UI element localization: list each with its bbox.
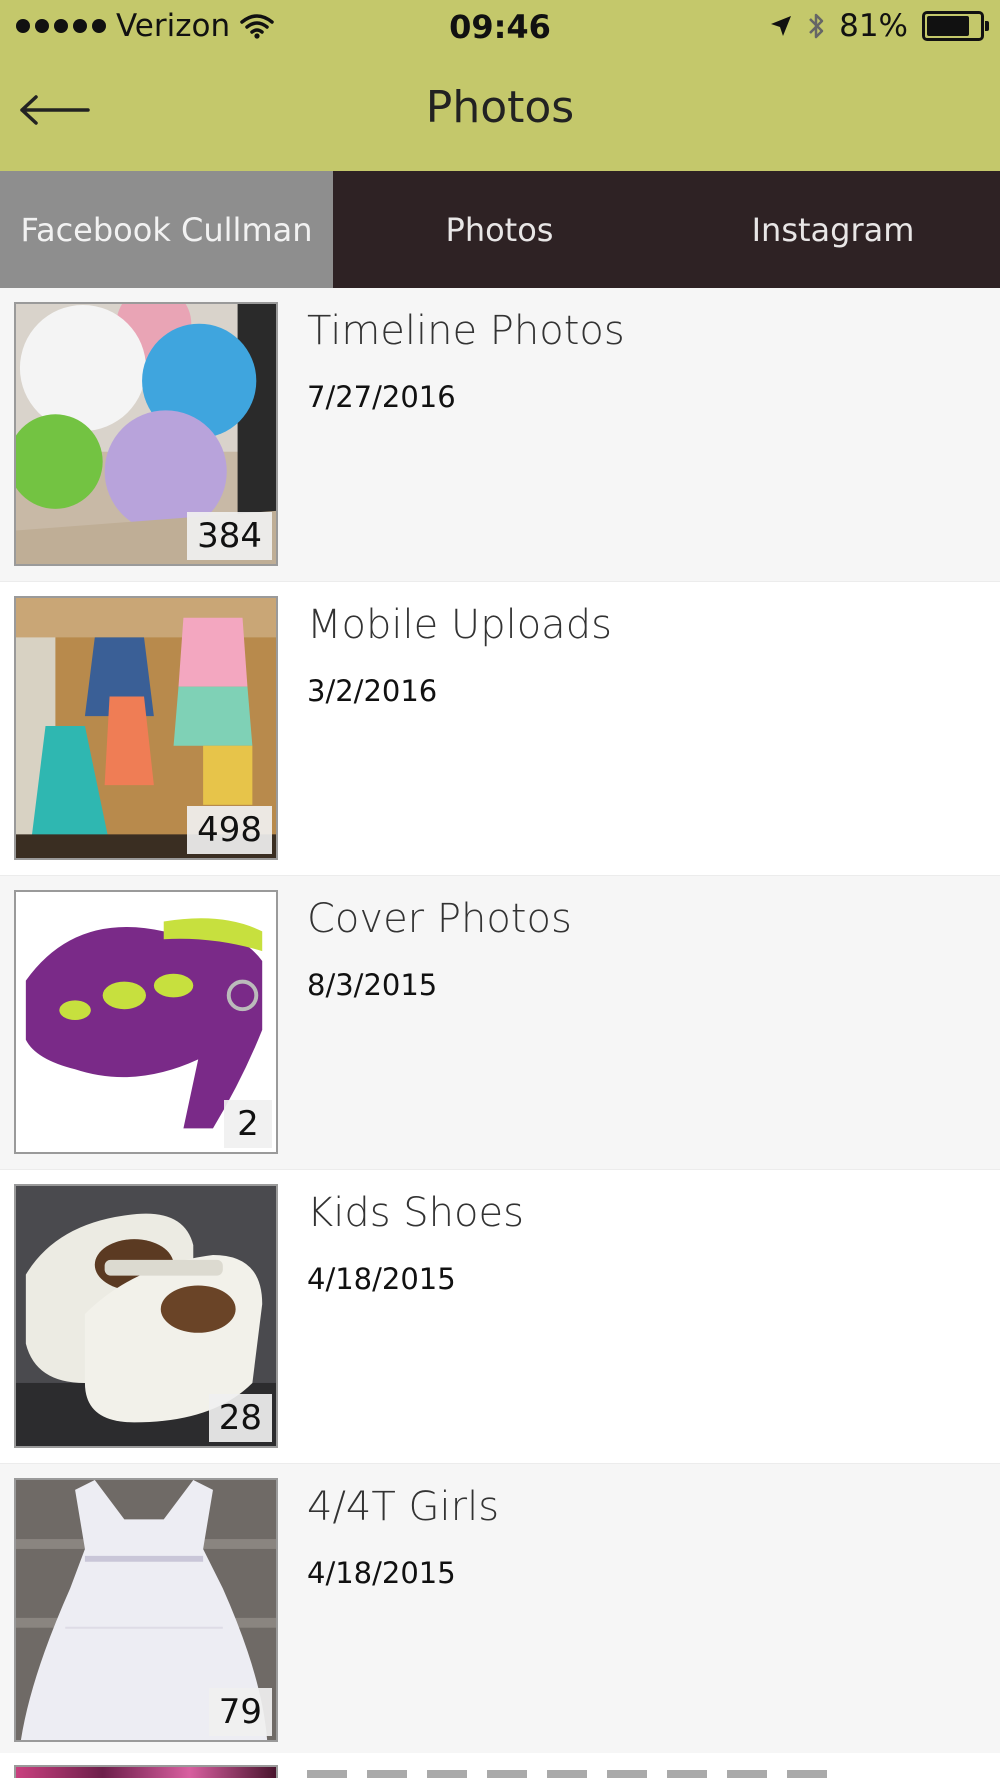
battery-fill: [927, 16, 969, 36]
album-thumbnail[interactable]: 498: [14, 596, 278, 860]
album-date: 8/3/2015: [307, 968, 438, 1002]
album-thumbnail[interactable]: 79: [14, 1478, 278, 1742]
location-arrow-icon: [771, 16, 792, 36]
tab-photos[interactable]: Photos: [333, 171, 666, 288]
photo-count: 498: [187, 806, 272, 854]
battery-percent: 81%: [839, 8, 908, 44]
tab-instagram[interactable]: Instagram: [666, 171, 1000, 288]
album-thumbnail-partial[interactable]: [14, 1765, 278, 1778]
album-date: 4/18/2015: [307, 1556, 456, 1590]
page-title: Photos: [425, 82, 575, 133]
album-thumbnail[interactable]: 2: [14, 890, 278, 1154]
album-thumbnail[interactable]: 384: [14, 302, 278, 566]
photo-count: 28: [208, 1394, 272, 1442]
app-header: Verizon 09:46 81% Photos: [0, 0, 1000, 171]
album-title: 4/4T Girls: [307, 1484, 500, 1530]
album-item[interactable]: 498 Mobile Uploads 3/2/2016: [0, 582, 1000, 876]
album-thumbnail[interactable]: 28: [14, 1184, 278, 1448]
album-item[interactable]: 2 Cover Photos 8/3/2015: [0, 876, 1000, 1170]
photo-count: 79: [208, 1688, 272, 1736]
album-title: Cover Photos: [307, 896, 572, 942]
bluetooth-icon: [809, 13, 824, 39]
album-item[interactable]: 28 Kids Shoes 4/18/2015: [0, 1170, 1000, 1464]
source-tabs: Facebook Cullman Photos Instagram: [0, 171, 1000, 288]
album-item[interactable]: 79 4/4T Girls 4/18/2015: [0, 1464, 1000, 1758]
album-list: 384 Timeline Photos 7/27/2016 498 Mobile…: [0, 288, 1000, 1758]
album-date: 7/27/2016: [307, 380, 456, 414]
tab-facebook-cullman[interactable]: Facebook Cullman: [0, 171, 333, 288]
status-bar: Verizon 09:46 81%: [0, 0, 1000, 56]
album-title: Timeline Photos: [307, 308, 625, 354]
album-date: 3/2/2016: [307, 674, 438, 708]
album-title: Mobile Uploads: [307, 602, 612, 648]
status-right: 81%: [769, 8, 989, 44]
battery-icon: [922, 11, 989, 41]
photo-count: 384: [187, 512, 272, 560]
photo-count: 2: [224, 1100, 272, 1148]
album-title: Kids Shoes: [307, 1190, 524, 1236]
album-date: 4/18/2015: [307, 1262, 456, 1296]
album-item[interactable]: 384 Timeline Photos 7/27/2016: [0, 288, 1000, 582]
album-title-partial: [307, 1770, 847, 1778]
